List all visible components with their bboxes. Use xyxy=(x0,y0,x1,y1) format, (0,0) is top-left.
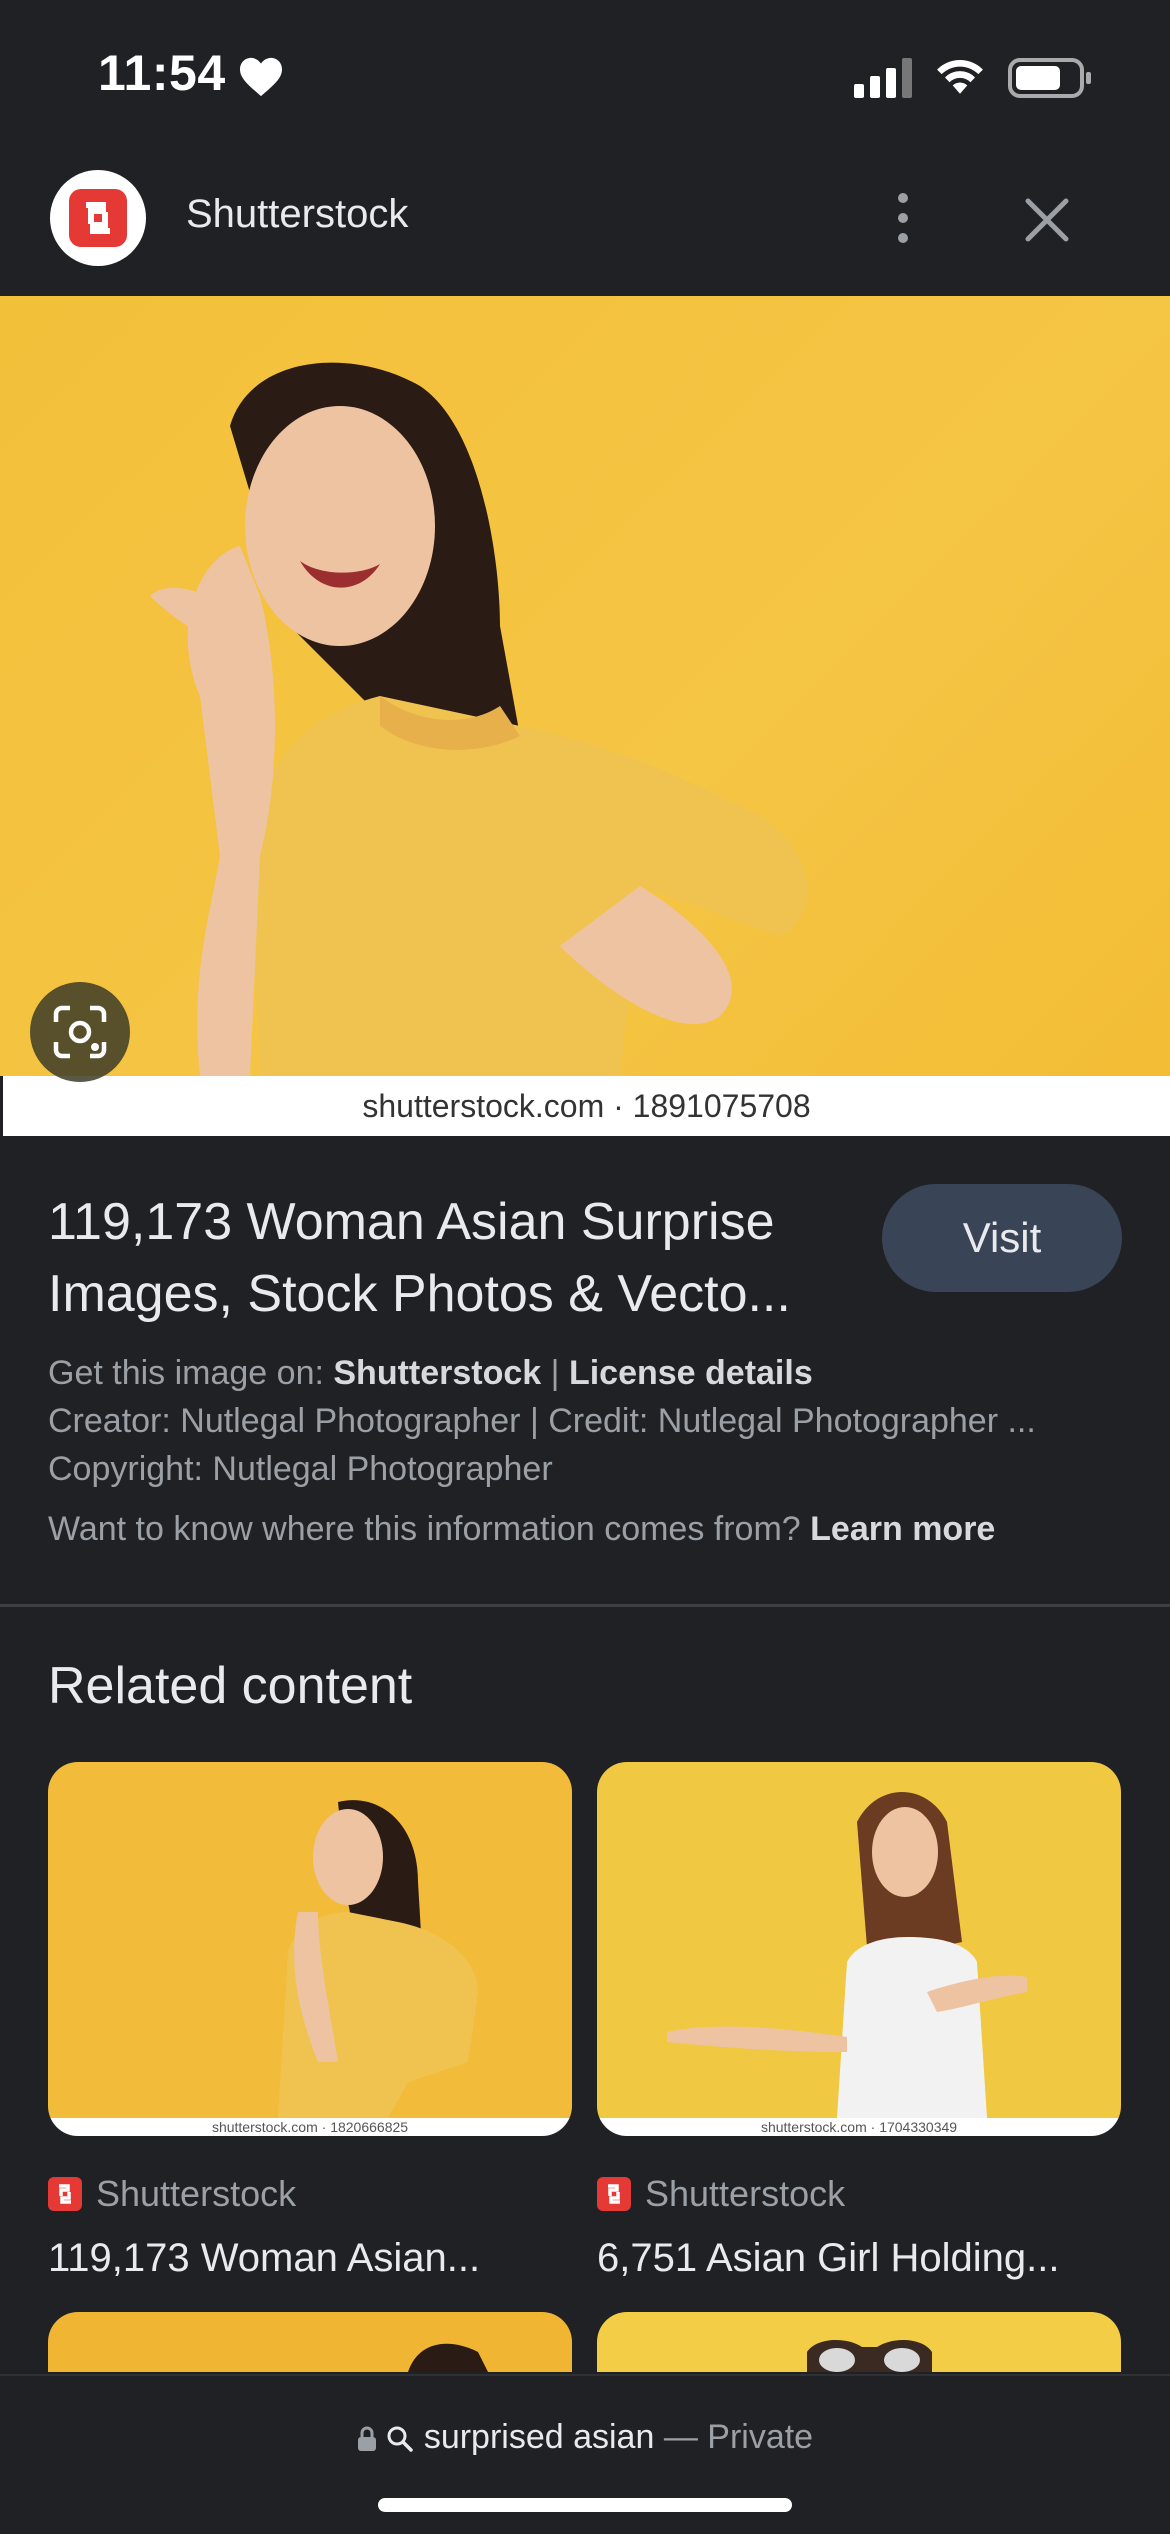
shutterstock-favicon-icon xyxy=(48,2177,82,2211)
license-details-link[interactable]: License details xyxy=(569,1354,813,1392)
visit-button[interactable]: Visit xyxy=(882,1184,1122,1292)
signal-icon xyxy=(854,58,912,98)
app-title: Shutterstock xyxy=(186,192,409,236)
bottom-bar[interactable]: surprised asian — Private xyxy=(0,2374,1170,2534)
learn-more-link[interactable]: Learn more xyxy=(810,1510,995,1548)
search-icon xyxy=(387,2426,414,2452)
home-indicator[interactable] xyxy=(378,2498,792,2512)
related-card-title[interactable]: 119,173 Woman Asian... xyxy=(48,2236,572,2281)
more-vert-icon[interactable] xyxy=(880,188,926,248)
wifi-icon xyxy=(937,60,983,94)
related-card-caption: shutterstock.com · 1820666825 xyxy=(48,2118,572,2136)
related-card[interactable]: shutterstock.com · 1820666825 Shuttersto… xyxy=(48,1762,572,2280)
info-question: Want to know where this information come… xyxy=(48,1510,801,1548)
related-card[interactable]: shutterstock.com · 1704330349 Shuttersto… xyxy=(597,1762,1121,2280)
hero-photo xyxy=(0,296,1170,1076)
get-image-prefix: Get this image on: xyxy=(48,1354,324,1392)
related-card-thumbnail[interactable]: shutterstock.com · 1704330349 xyxy=(597,1762,1121,2136)
related-card-peek[interactable] xyxy=(597,2312,1121,2372)
related-card-source-label: Shutterstock xyxy=(96,2173,297,2214)
info-source-line: Want to know where this information come… xyxy=(48,1510,1138,1549)
related-heading: Related content xyxy=(48,1657,413,1715)
battery-icon xyxy=(1008,58,1091,98)
hero-image[interactable]: shutterstock.com · 1891075708 xyxy=(0,296,1170,1136)
close-icon[interactable] xyxy=(1022,195,1072,245)
get-image-line: Get this image on: Shutterstock | Licens… xyxy=(48,1354,1138,1393)
meta-separator: | xyxy=(550,1354,560,1392)
status-time: 11:54 xyxy=(98,45,226,101)
url-line[interactable]: surprised asian — Private xyxy=(0,2418,1170,2457)
status-bar: 11:54 xyxy=(0,0,1170,150)
result-title[interactable]: 119,173 Woman Asian Surprise Images, Sto… xyxy=(48,1186,858,1330)
related-card-peek[interactable] xyxy=(48,2312,572,2372)
hero-caption: shutterstock.com · 1891075708 xyxy=(3,1076,1170,1136)
creator-line: Creator: Nutlegal Photographer | Credit:… xyxy=(48,1402,1036,1440)
related-card-source-label: Shutterstock xyxy=(645,2173,846,2214)
app-header: Shutterstock xyxy=(0,150,1170,296)
heart-icon xyxy=(240,57,282,97)
related-card-thumbnail[interactable]: shutterstock.com · 1820666825 xyxy=(48,1762,572,2136)
shutterstock-logo-icon xyxy=(50,170,146,266)
get-image-source-link[interactable]: Shutterstock xyxy=(333,1354,541,1392)
lock-icon xyxy=(357,2426,376,2452)
copyright-line: Copyright: Nutlegal Photographer xyxy=(48,1450,553,1488)
private-mode-label: — Private xyxy=(663,2418,814,2456)
related-card-caption: shutterstock.com · 1704330349 xyxy=(597,2118,1121,2136)
lens-icon[interactable] xyxy=(30,982,130,1082)
section-divider xyxy=(0,1604,1170,1607)
search-query: surprised asian xyxy=(423,2418,655,2456)
shutterstock-favicon-icon xyxy=(597,2177,631,2211)
related-card-source: Shutterstock xyxy=(48,2172,296,2216)
related-card-title[interactable]: 6,751 Asian Girl Holding... xyxy=(597,2236,1121,2281)
related-card-source: Shutterstock xyxy=(597,2172,845,2216)
